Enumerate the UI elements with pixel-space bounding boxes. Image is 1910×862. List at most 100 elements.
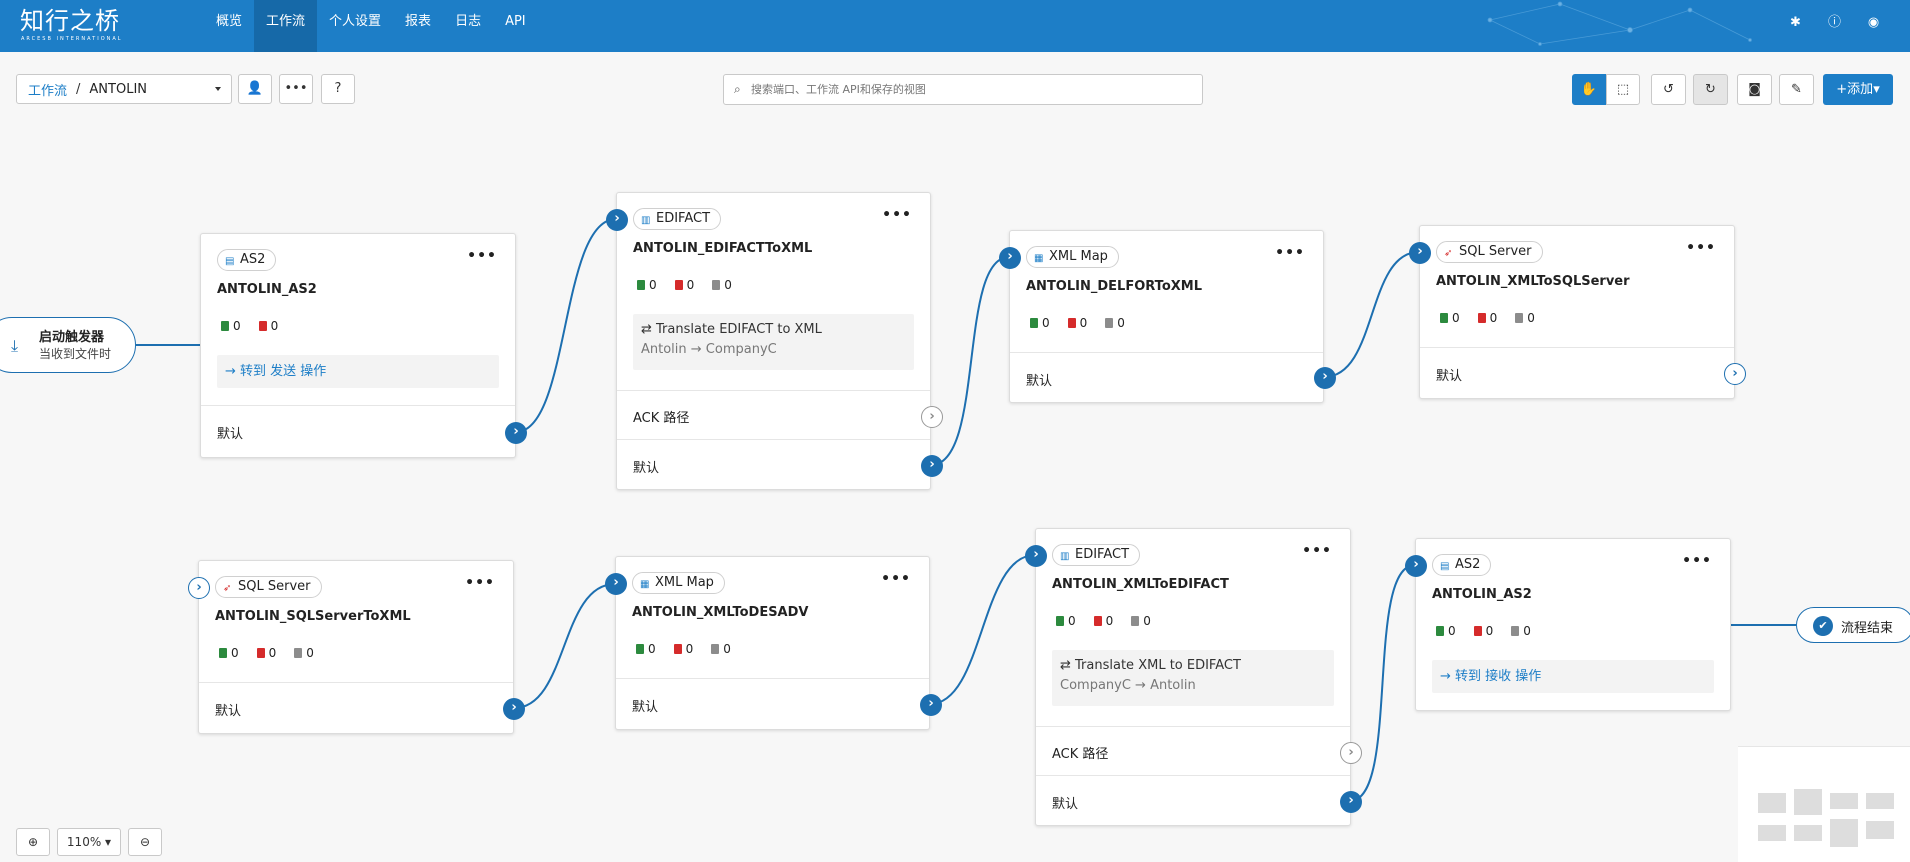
output-port[interactable]: › bbox=[505, 422, 527, 444]
connector-type-badge: ➶ SQL Server bbox=[1436, 241, 1543, 263]
success-count: 0 bbox=[1440, 311, 1460, 325]
zoom-in-icon: ⊕ bbox=[27, 835, 39, 849]
trigger-title: 启动触发器 bbox=[39, 330, 105, 345]
as2-icon: ▤ bbox=[225, 256, 235, 267]
file-pending-icon bbox=[1131, 616, 1140, 626]
connector-type-badge: ▤ AS2 bbox=[217, 249, 277, 271]
route-default-label: 默认 bbox=[1436, 369, 1463, 384]
start-trigger-node[interactable]: ⤓ 启动触发器 当收到文件时 bbox=[0, 317, 136, 373]
output-port[interactable]: › bbox=[1314, 367, 1336, 389]
card-stats: 0 0 0 bbox=[637, 278, 732, 292]
file-success-icon bbox=[1440, 313, 1448, 323]
goto-send-link[interactable]: → 转到 发送 操作 bbox=[217, 355, 499, 388]
input-port[interactable]: › bbox=[1025, 545, 1047, 567]
pending-count: 0 bbox=[1105, 316, 1125, 330]
edifact-icon: ▥ bbox=[641, 215, 651, 226]
pending-count: 0 bbox=[1511, 624, 1531, 638]
input-port[interactable]: › bbox=[1409, 242, 1431, 264]
end-node[interactable]: ✔ 流程结束 bbox=[1796, 607, 1910, 643]
sql-server-icon: ➶ bbox=[223, 583, 232, 594]
minimap[interactable] bbox=[1738, 746, 1910, 862]
goto-receive-link[interactable]: → 转到 接收 操作 bbox=[1432, 660, 1714, 693]
divider bbox=[617, 439, 930, 440]
xml-map-icon: ▦ bbox=[640, 579, 650, 590]
input-port[interactable]: › bbox=[1405, 555, 1427, 577]
output-port[interactable]: › bbox=[503, 698, 525, 720]
card-menu-button[interactable]: ••• bbox=[1275, 245, 1305, 261]
swap-icon: ⇄ bbox=[641, 322, 657, 337]
connector-type-label: AS2 bbox=[240, 252, 266, 267]
file-pending-icon bbox=[294, 648, 303, 658]
edifact-icon: ▥ bbox=[1060, 551, 1070, 562]
card-name: ANTOLIN_EDIFACTToXML bbox=[633, 241, 813, 256]
card-menu-button[interactable]: ••• bbox=[1686, 240, 1716, 256]
file-error-icon bbox=[674, 280, 683, 290]
divider bbox=[616, 678, 929, 679]
connector-type-label: XML Map bbox=[1049, 249, 1108, 264]
connector-type-badge: ➶ SQL Server bbox=[215, 576, 322, 598]
card-menu-button[interactable]: ••• bbox=[882, 207, 912, 223]
zoom-out-icon: ⊖ bbox=[139, 835, 151, 849]
connector-type-label: EDIFACT bbox=[1075, 547, 1130, 562]
connector-sqlserver-xmlmap bbox=[513, 583, 616, 709]
zoom-level-select[interactable]: 110% ▾ bbox=[57, 828, 121, 856]
download-icon: ⤓ bbox=[11, 336, 19, 355]
file-pending-icon bbox=[712, 280, 721, 290]
file-pending-icon bbox=[1105, 318, 1114, 328]
card-stats: 0 0 bbox=[221, 319, 278, 333]
card-name: ANTOLIN_XMLToDESADV bbox=[632, 605, 809, 620]
error-count: 0 bbox=[674, 278, 694, 292]
card-menu-button[interactable]: ••• bbox=[467, 248, 497, 264]
card-menu-button[interactable]: ••• bbox=[1682, 553, 1712, 569]
card-menu-button[interactable]: ••• bbox=[881, 571, 911, 587]
connector-type-badge: ▥ EDIFACT bbox=[1052, 544, 1141, 566]
route-default-label: 默认 bbox=[1052, 797, 1079, 812]
workflow-card-sqlserver-to-xml[interactable]: › ➶ SQL Server ••• ANTOLIN_SQLServerToXML… bbox=[188, 560, 525, 734]
workflow-card-as2-receive[interactable]: › ▤ AS2 ••• ANTOLIN_AS2 0 0 0 → 转到 接收 操作 bbox=[1405, 538, 1731, 711]
file-success-icon bbox=[637, 280, 645, 290]
input-port[interactable]: › bbox=[188, 577, 210, 599]
file-success-icon bbox=[221, 321, 229, 331]
translation-parties: Antolin → CompanyC bbox=[641, 342, 777, 357]
route-ack-label: ACK 路径 bbox=[633, 411, 690, 426]
input-port[interactable]: › bbox=[606, 209, 628, 231]
file-error-icon bbox=[1093, 616, 1102, 626]
translation-title: Translate XML to EDIFACT bbox=[1075, 658, 1241, 673]
divider bbox=[1036, 726, 1350, 727]
success-count: 0 bbox=[221, 319, 241, 333]
output-port[interactable]: › bbox=[1340, 791, 1362, 813]
file-success-icon bbox=[219, 648, 227, 658]
pending-count: 0 bbox=[711, 642, 731, 656]
output-port[interactable]: › bbox=[1724, 363, 1746, 385]
workflow-card-as2-send[interactable]: ▤ AS2 ••• ANTOLIN_AS2 0 0 → 转到 发送 操作 默认 › bbox=[200, 233, 527, 458]
connector-as2-edifact bbox=[515, 218, 617, 433]
card-stats: 0 0 0 bbox=[1030, 316, 1125, 330]
pending-count: 0 bbox=[1131, 614, 1151, 628]
pending-count: 0 bbox=[294, 646, 314, 660]
file-success-icon bbox=[1436, 626, 1444, 636]
route-default-label: 默认 bbox=[632, 700, 659, 715]
card-stats: 0 0 0 bbox=[1056, 614, 1151, 628]
output-port[interactable]: › bbox=[921, 455, 943, 477]
workflow-card-xml-to-sqlserver[interactable]: › ➶ SQL Server ••• ANTOLIN_XMLToSQLServer… bbox=[1409, 225, 1746, 399]
zoom-out-button[interactable]: ⊖ bbox=[128, 828, 162, 856]
zoom-in-button[interactable]: ⊕ bbox=[16, 828, 50, 856]
workflow-card-xml-to-desadv[interactable]: › ▦ XML Map ••• ANTOLIN_XMLToDESADV 0 0 0… bbox=[605, 556, 942, 730]
connector-type-label: EDIFACT bbox=[656, 211, 711, 226]
input-port[interactable]: › bbox=[999, 247, 1021, 269]
output-port[interactable]: › bbox=[920, 694, 942, 716]
workflow-card-edifact-to-xml[interactable]: › ▥ EDIFACT ••• ANTOLIN_EDIFACTToXML 0 0 … bbox=[606, 192, 943, 490]
card-name: ANTOLIN_AS2 bbox=[217, 282, 317, 297]
trigger-subtitle: 当收到文件时 bbox=[39, 347, 112, 361]
success-count: 0 bbox=[636, 642, 656, 656]
workflow-card-delfor-to-xml[interactable]: › ▦ XML Map ••• ANTOLIN_DELFORToXML 0 0 0… bbox=[999, 230, 1336, 403]
card-menu-button[interactable]: ••• bbox=[1302, 543, 1332, 559]
card-menu-button[interactable]: ••• bbox=[465, 575, 495, 591]
ack-output-port[interactable]: › bbox=[1340, 742, 1362, 764]
connector-type-label: XML Map bbox=[655, 575, 714, 590]
input-port[interactable]: › bbox=[605, 573, 627, 595]
workflow-card-xml-to-edifact[interactable]: › ▥ EDIFACT ••• ANTOLIN_XMLToEDIFACT 0 0 … bbox=[1025, 528, 1362, 826]
error-count: 0 bbox=[1477, 311, 1497, 325]
ack-output-port[interactable]: › bbox=[921, 406, 943, 428]
file-error-icon bbox=[256, 648, 265, 658]
